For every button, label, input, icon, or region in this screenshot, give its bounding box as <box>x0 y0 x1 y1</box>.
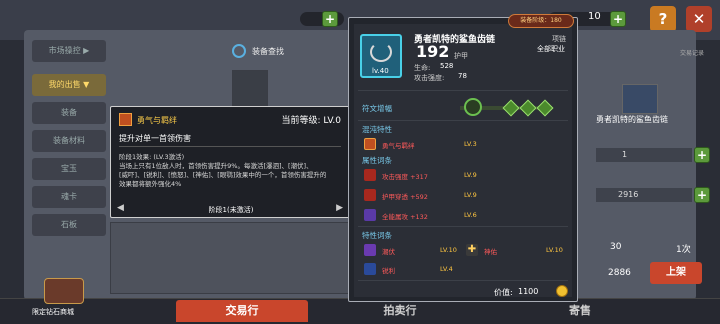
add-resource-a-button[interactable]: + <box>322 11 338 27</box>
attr-row-1-level: LV.9 <box>464 171 477 179</box>
qty-field[interactable] <box>596 148 692 162</box>
qty-value: 1 <box>622 150 628 159</box>
menu-market-control[interactable]: 市场操控 ▶ <box>32 40 106 62</box>
attr-row-2-name: 护甲穿透 +592 <box>382 193 428 201</box>
attr-row-3-level: LV.6 <box>464 211 477 219</box>
right-item-icon <box>622 84 658 114</box>
tab-trade[interactable]: 交易行 <box>176 300 308 322</box>
menu-equipment[interactable]: 装备 <box>32 102 106 124</box>
menu-gems[interactable]: 宝玉 <box>32 158 106 180</box>
close-button[interactable]: ✕ <box>686 6 712 32</box>
trait-row-1-level: LV.10 <box>440 246 457 254</box>
trade-history-link[interactable]: 交易记录 <box>680 48 704 57</box>
equip-slot[interactable] <box>232 70 268 106</box>
item-slot: 项链 <box>552 35 566 43</box>
trait-icon <box>119 113 132 126</box>
elemental-icon <box>364 209 376 221</box>
necklace-icon <box>370 42 392 62</box>
item-level: lv.40 <box>372 67 389 75</box>
menu-soul-cards[interactable]: 魂卡 <box>32 186 106 208</box>
stat-atk-label: 攻击强度: <box>414 74 445 82</box>
trait-icon-3 <box>364 263 376 275</box>
stat-hp-value: 528 <box>440 62 454 70</box>
price-plus-button[interactable]: + <box>694 187 710 203</box>
tooltip-divider <box>119 146 341 147</box>
chaos-trait-icon <box>364 138 376 150</box>
tab-consign[interactable]: 寄售 <box>540 300 620 322</box>
menu-my-sales[interactable]: 我的出售 ▼ <box>32 74 106 96</box>
limited-diamond-shop-label[interactable]: 限定钻石商城 <box>32 307 74 317</box>
search-icon[interactable] <box>232 44 246 58</box>
attr-row-2-level: LV.9 <box>464 191 477 199</box>
trait-row-2-name: 神佑 <box>484 248 497 256</box>
chaos-trait-level: LV.3 <box>464 140 477 148</box>
tab-auction[interactable]: 拍卖行 <box>350 300 450 322</box>
right-item-name: 勇者凯特的鲨鱼齿链 <box>596 115 668 124</box>
attack-icon <box>364 169 376 181</box>
trait-row-3-name: 锐利 <box>382 267 395 275</box>
tooltip-level: 当前等级: LV.0 <box>281 116 341 126</box>
trait-icon-2: ✚ <box>466 244 478 256</box>
item-grid <box>110 222 350 294</box>
trade-count-value: 1次 <box>676 245 691 255</box>
help-button[interactable]: ? <box>650 6 676 32</box>
menu-slates[interactable]: 石板 <box>32 214 106 236</box>
stage-next-arrow[interactable]: ▶ <box>336 203 343 213</box>
coin-icon <box>556 285 568 297</box>
divider <box>358 90 568 91</box>
trait-icon-1 <box>364 244 376 256</box>
armor-label: 护甲 <box>454 52 468 60</box>
fee-value: 30 <box>610 242 622 252</box>
divider <box>358 226 568 227</box>
rune-core-icon <box>464 98 482 116</box>
total-value: 2886 <box>608 268 631 278</box>
chest-icon[interactable] <box>44 278 84 304</box>
price-amount: 1100 <box>518 287 539 296</box>
chaos-header: 混沌特性 <box>362 125 392 134</box>
tooltip-desc: 阶段1效果: (LV.3激活) 当场上只有1位敌人时，首领伤害提升9%。每激活[… <box>119 153 327 188</box>
item-class: 全部职业 <box>537 45 565 53</box>
price-label: 价值: <box>494 288 513 297</box>
trait-row-2-level: LV.10 <box>546 246 563 254</box>
armor-value: 192 <box>416 42 450 61</box>
tooltip-title: 勇气与羁绊 <box>137 116 177 125</box>
price-field[interactable] <box>596 188 692 202</box>
resource-b-value: 10 <box>588 11 601 22</box>
attr-row-3-name: 全能属攻 +132 <box>382 213 428 221</box>
stat-hp-label: 生命: <box>414 64 431 72</box>
equip-grade-badge: 装备阶级：180 <box>508 14 574 28</box>
price-value: 2916 <box>618 190 639 199</box>
tooltip-subtitle: 提升对单一首领伤害 <box>119 134 191 143</box>
item-icon: lv.40 <box>360 34 402 78</box>
stat-atk-value: 78 <box>458 72 467 80</box>
divider <box>358 120 568 121</box>
menu-equip-materials[interactable]: 装备材料 <box>32 130 106 152</box>
trait-row-1-name: 潮伏 <box>382 248 395 256</box>
equip-search-label[interactable]: 装备查找 <box>252 46 284 57</box>
qty-plus-button[interactable]: + <box>694 147 710 163</box>
add-resource-b-button[interactable]: + <box>610 11 626 27</box>
stage-label: 阶段1(未激活) <box>208 206 254 214</box>
penetration-icon <box>364 189 376 201</box>
rune-boost-label: 符文增幅 <box>362 104 392 113</box>
divider <box>358 280 568 281</box>
trait-row-3-level: LV.4 <box>440 265 453 273</box>
trait-tooltip: 勇气与羁绊 当前等级: LV.0 提升对单一首领伤害 阶段1效果: (LV.3激… <box>110 106 350 218</box>
trait-header: 特性词条 <box>362 231 392 240</box>
attr-header: 属性词条 <box>362 156 392 165</box>
list-button[interactable]: 上架 <box>650 262 702 284</box>
attr-row-1-name: 攻击强度 +317 <box>382 173 428 181</box>
chaos-trait-name: 勇气与羁绊 <box>382 142 415 150</box>
